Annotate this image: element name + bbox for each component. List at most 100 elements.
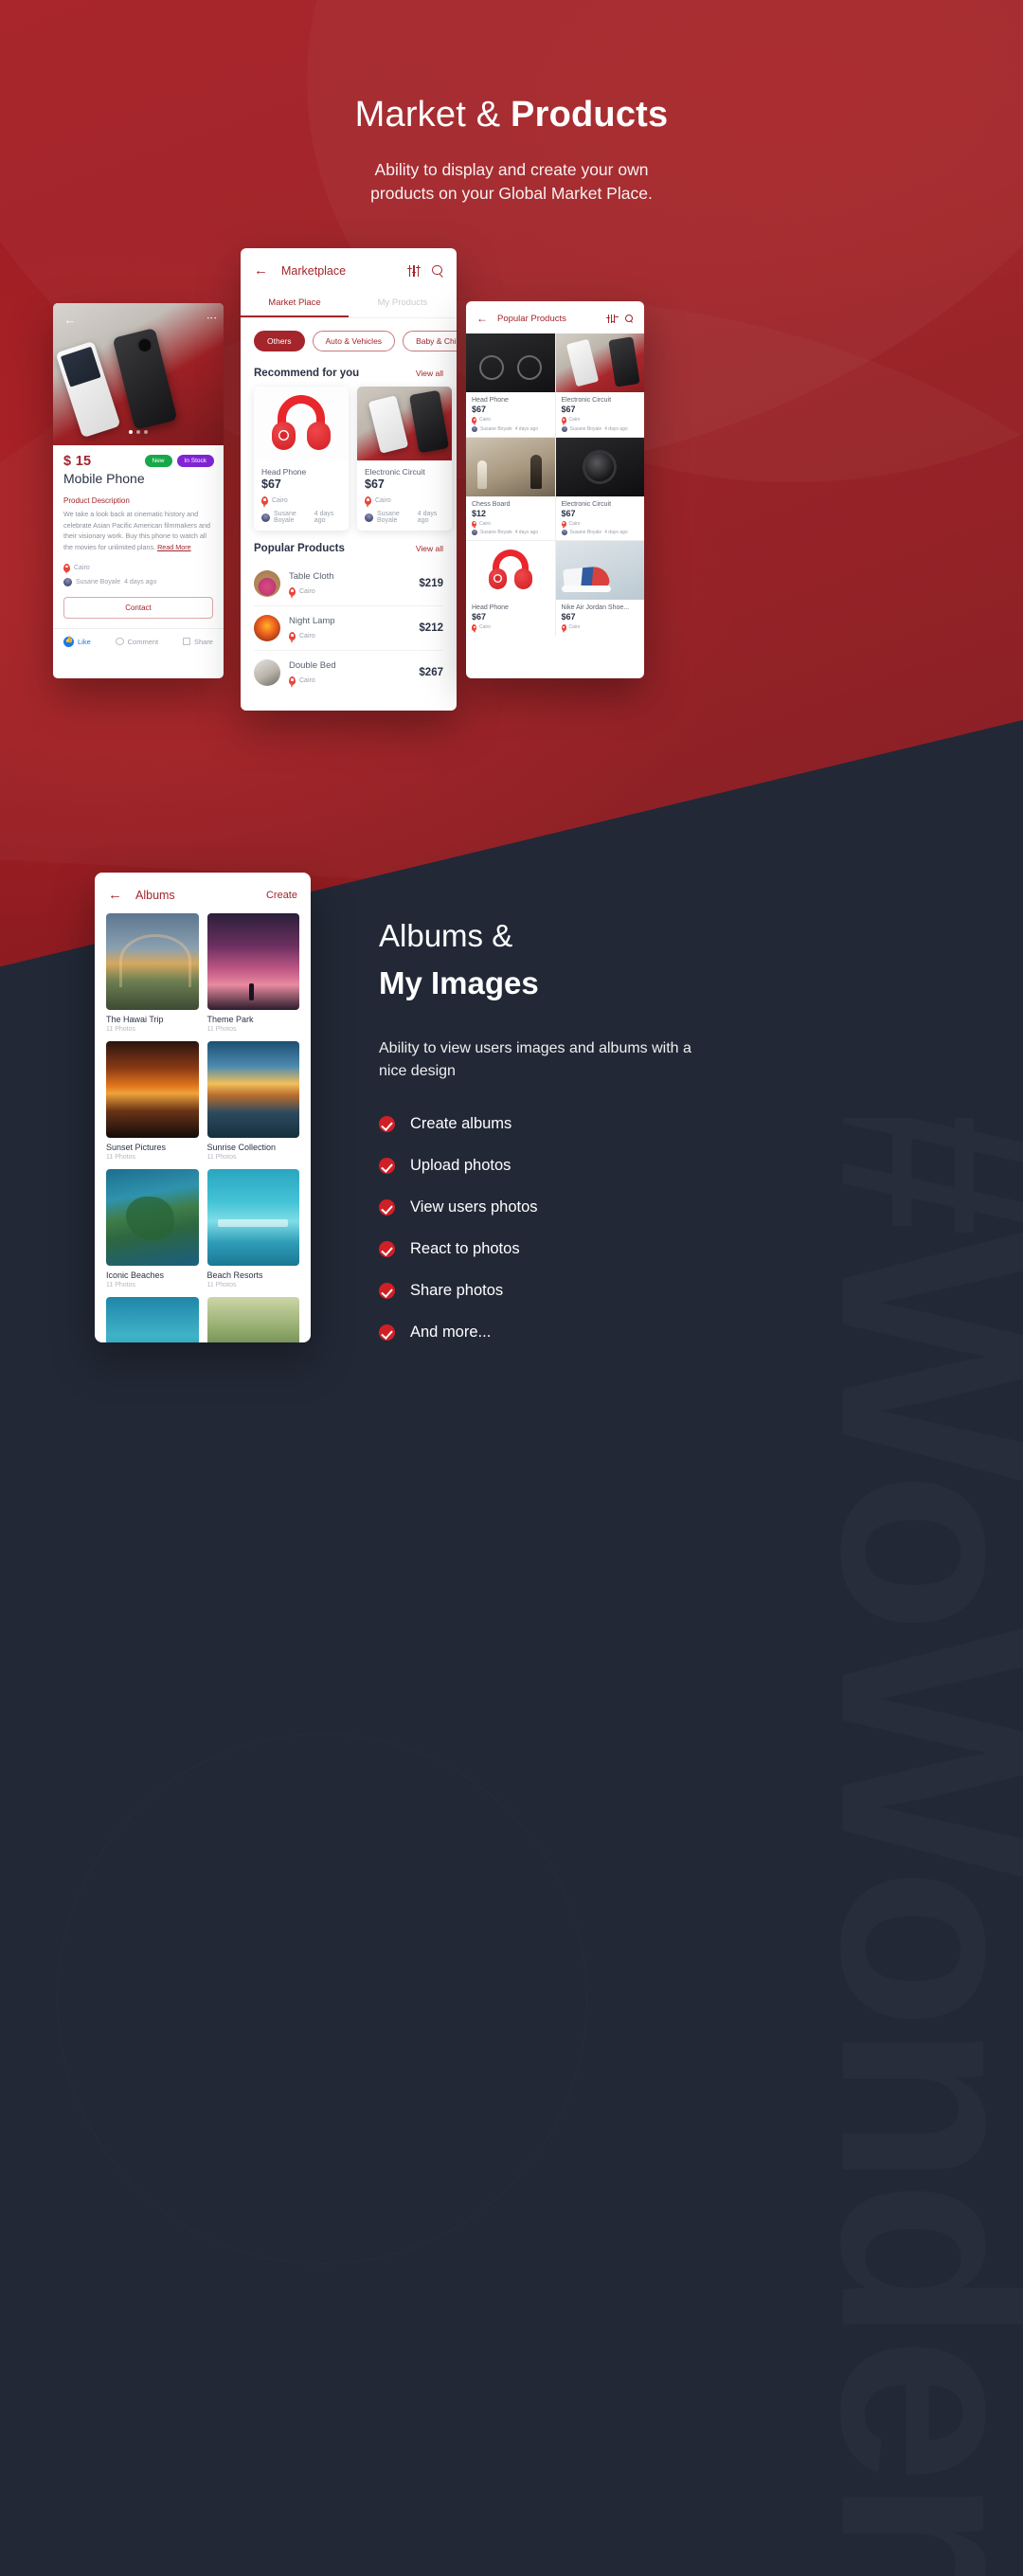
product-card[interactable]: Electronic Circuit $67 Cairo Susane Boya… <box>555 437 645 540</box>
product-name: Nike Air Jordan Shoe... <box>561 604 630 611</box>
tab-my-products[interactable]: My Products <box>349 289 457 317</box>
album-card-partial[interactable] <box>206 1297 299 1342</box>
product-price: $12 <box>472 508 487 518</box>
screen-title: Popular Products <box>497 313 566 324</box>
album-name: Sunrise Collection <box>206 1143 277 1152</box>
product-location-row: Cairo <box>472 520 549 529</box>
contact-button[interactable]: Contact <box>63 596 213 619</box>
filter-icon[interactable] <box>606 314 619 323</box>
share-button[interactable]: Share <box>182 637 213 646</box>
product-card[interactable]: Nike Air Jordan Shoe... $67 Cairo <box>555 541 645 636</box>
back-icon[interactable]: ← <box>63 313 78 328</box>
album-cover-beach-resorts <box>206 1169 299 1266</box>
product-author: Susane Boyale <box>569 425 602 432</box>
list-item[interactable]: Double Bed Cairo $267 <box>254 651 443 694</box>
product-name: Head Phone <box>472 604 509 611</box>
product-location: Cairo <box>479 520 491 527</box>
product-author-row: Susane Boyale 4 days ago <box>561 425 639 432</box>
list-item-info: Table Cloth Cairo <box>289 571 410 599</box>
product-card[interactable]: Head Phone $67 Cairo Susane Boyale 4 days… <box>466 333 555 437</box>
product-location-row: Cairo <box>63 563 213 575</box>
gallery-carousel-dots[interactable] <box>53 422 224 439</box>
album-card[interactable]: Beach Resorts 11 Photos <box>206 1169 299 1288</box>
like-button[interactable]: Like <box>63 636 91 647</box>
create-album-button[interactable]: Create <box>266 890 297 901</box>
filter-icon[interactable] <box>407 264 421 277</box>
check-icon <box>379 1283 395 1300</box>
product-gallery[interactable]: ← ⋮ <box>53 303 224 445</box>
product-meta: Cairo Susane Boyale 4 days ago <box>556 520 645 535</box>
album-card[interactable]: Iconic Beaches 11 Photos <box>106 1169 199 1288</box>
avatar <box>63 577 72 586</box>
product-meta: Cairo Susane Boyale 4 days ago <box>466 520 555 535</box>
recommend-view-all[interactable]: View all <box>416 369 443 378</box>
avatar <box>561 530 567 535</box>
carousel-dot[interactable] <box>144 430 148 434</box>
product-location-row: Cairo <box>561 417 639 424</box>
product-location: Cairo <box>568 624 581 631</box>
product-author: Susane Boyale <box>480 530 512 535</box>
feature-item: Share photos <box>379 1282 691 1300</box>
back-icon[interactable]: ← <box>476 313 488 324</box>
product-meta: Cairo <box>556 624 645 632</box>
product-author: Susane Boyale <box>274 511 296 524</box>
albums-info-block: Albums & My Images Ability to view users… <box>379 912 691 1365</box>
carousel-dot[interactable] <box>129 430 133 434</box>
check-icon <box>379 1324 395 1342</box>
feature-label: Share photos <box>410 1282 504 1300</box>
location-pin-icon <box>365 496 371 508</box>
product-card[interactable]: Electronic Circuit $67 Cairo Susane Boya… <box>555 333 644 437</box>
album-card[interactable]: The Hawai Trip 11 Photos <box>106 913 199 1033</box>
list-item[interactable]: Table Cloth Cairo $219 <box>254 562 443 606</box>
product-card[interactable]: Chess Board $12 Cairo Susane Boyale 4 day… <box>466 437 555 540</box>
feature-label: View users photos <box>410 1198 538 1216</box>
search-icon[interactable] <box>625 314 634 323</box>
product-detail-body: New In Stock $ 15 Mobile Phone Product D… <box>53 445 224 619</box>
comment-button[interactable]: Comment <box>115 638 158 646</box>
list-item[interactable]: Night Lamp Cairo $212 <box>254 606 443 651</box>
product-location-row: Cairo <box>472 417 549 424</box>
read-more-link[interactable]: Read More <box>157 543 191 551</box>
tab-market-place[interactable]: Market Place <box>241 289 349 317</box>
feature-item: And more... <box>379 1324 691 1342</box>
product-time: 4 days ago <box>604 530 628 535</box>
product-author: Susane Boyale <box>377 511 400 524</box>
search-icon[interactable] <box>432 264 443 277</box>
check-icon <box>379 1241 395 1258</box>
feature-item: Create albums <box>379 1115 691 1133</box>
product-image-headphone <box>254 387 349 460</box>
product-card[interactable]: Head Phone $67 Cairo <box>466 541 555 636</box>
album-card[interactable]: Theme Park 11 Photos <box>206 913 299 1033</box>
product-description: We take a look back at cinematic history… <box>63 509 213 553</box>
location-pin-icon <box>561 624 566 632</box>
product-location-row: Cairo <box>365 496 444 508</box>
back-icon[interactable]: ← <box>108 888 122 902</box>
chip-others[interactable]: Others <box>254 331 305 351</box>
product-thumbnail <box>254 659 280 686</box>
recommend-title: Recommend for you <box>254 368 360 379</box>
product-location-row: Cairo <box>561 520 639 529</box>
product-card[interactable]: Head Phone $67 Cairo Susane Boyale 4 day… <box>254 387 349 531</box>
product-name: Electronic Circuit <box>561 500 612 508</box>
more-options-icon[interactable]: ⋮ <box>206 313 217 324</box>
back-icon[interactable]: ← <box>254 263 268 278</box>
album-card[interactable]: Sunrise Collection 11 Photos <box>206 1041 299 1161</box>
chip-baby-child[interactable]: Baby & Child <box>403 331 457 351</box>
album-card-partial[interactable] <box>106 1297 199 1342</box>
product-price: $67 <box>261 477 281 491</box>
product-card[interactable]: Electronic Circuit $67 Cairo Susane Boya… <box>357 387 452 531</box>
location-pin-icon <box>472 624 476 632</box>
status-badge-new: New <box>144 455 172 467</box>
share-label: Share <box>193 637 213 646</box>
feature-item: Upload photos <box>379 1157 691 1175</box>
location-pin-icon <box>289 587 296 599</box>
album-card[interactable]: Sunset Pictures 11 Photos <box>106 1041 199 1161</box>
product-author-row: Susane Boyale 4 days ago <box>63 577 213 586</box>
carousel-dot[interactable] <box>136 430 140 434</box>
status-badge-stock: In Stock <box>176 455 214 467</box>
recommend-section-header: Recommend for you View all <box>241 355 457 387</box>
popular-view-all[interactable]: View all <box>416 544 443 553</box>
chip-auto-vehicles[interactable]: Auto & Vehicles <box>312 331 396 351</box>
albums-grid: The Hawai Trip 11 Photos Theme Park 11 P… <box>95 913 311 1342</box>
screen-title: Albums <box>135 888 175 902</box>
